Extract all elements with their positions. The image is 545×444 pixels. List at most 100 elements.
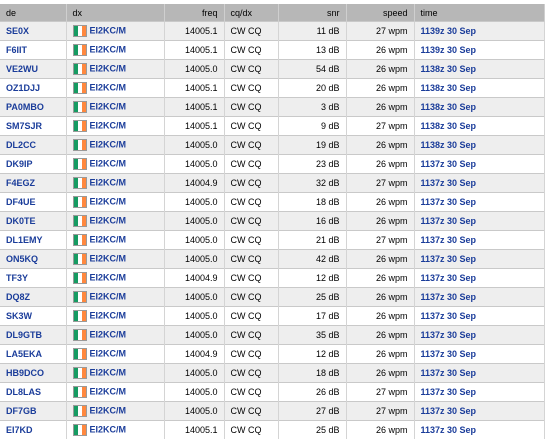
time-link[interactable]: 1137z 30 Sep <box>421 292 477 302</box>
time-link[interactable]: 1137z 30 Sep <box>421 273 477 283</box>
dx-callsign-link[interactable]: EI2KC/M <box>90 158 127 168</box>
spotter-callsign-link[interactable]: DF7GB <box>6 406 37 416</box>
time-link[interactable]: 1137z 30 Sep <box>421 368 477 378</box>
spotter-callsign-link[interactable]: F6IIT <box>6 45 27 55</box>
spotter-callsign-link[interactable]: SM7SJR <box>6 121 42 131</box>
dx-callsign-link[interactable]: EI2KC/M <box>90 348 127 358</box>
dx-callsign-link[interactable]: EI2KC/M <box>90 405 127 415</box>
spotter-callsign-link[interactable]: OZ1DJJ <box>6 83 40 93</box>
time-link[interactable]: 1138z 30 Sep <box>421 121 477 131</box>
cell-dx: EI2KC/M <box>66 230 165 250</box>
time-link[interactable]: 1137z 30 Sep <box>421 159 477 169</box>
dx-callsign-link[interactable]: EI2KC/M <box>90 44 127 54</box>
flag-stripe-orange <box>81 406 86 416</box>
time-link[interactable]: 1139z 30 Sep <box>421 45 477 55</box>
header-dx[interactable]: dx <box>66 4 165 22</box>
spotter-callsign-link[interactable]: DQ8Z <box>6 292 30 302</box>
cell-cqdx: CW CQ <box>224 97 279 117</box>
spotter-callsign-link[interactable]: PA0MBO <box>6 102 44 112</box>
cell-time: 1137z 30 Sep <box>414 192 545 212</box>
spotter-callsign-link[interactable]: VE2WU <box>6 64 38 74</box>
dx-callsign-link[interactable]: EI2KC/M <box>90 215 127 225</box>
ireland-flag-icon <box>72 196 87 208</box>
dx-callsign-link[interactable]: EI2KC/M <box>90 234 127 244</box>
time-link[interactable]: 1137z 30 Sep <box>421 216 477 226</box>
cell-speed: 27 wpm <box>346 382 415 402</box>
time-link[interactable]: 1137z 30 Sep <box>421 311 477 321</box>
ireland-flag-icon <box>72 310 87 322</box>
dx-callsign-link[interactable]: EI2KC/M <box>90 367 127 377</box>
spotter-callsign-link[interactable]: F4EGZ <box>6 178 35 188</box>
time-link[interactable]: 1139z 30 Sep <box>421 26 477 36</box>
cell-snr: 11 dB <box>278 21 347 41</box>
flag-stripe-orange <box>81 216 86 226</box>
dx-callsign-link[interactable]: EI2KC/M <box>90 424 127 434</box>
time-link[interactable]: 1137z 30 Sep <box>421 406 477 416</box>
spotter-callsign-link[interactable]: DL1EMY <box>6 235 43 245</box>
header-cqdx[interactable]: cq/dx <box>224 4 279 22</box>
dx-callsign-link[interactable]: EI2KC/M <box>90 196 127 206</box>
ireland-flag-icon <box>72 139 87 151</box>
time-link[interactable]: 1138z 30 Sep <box>421 140 477 150</box>
dx-callsign-link[interactable]: EI2KC/M <box>90 177 127 187</box>
ireland-flag-icon <box>72 25 87 37</box>
time-link[interactable]: 1137z 30 Sep <box>421 178 477 188</box>
time-link[interactable]: 1137z 30 Sep <box>421 254 477 264</box>
spotter-callsign-link[interactable]: SK3W <box>6 311 32 321</box>
dx-callsign-link[interactable]: EI2KC/M <box>90 291 127 301</box>
time-link[interactable]: 1137z 30 Sep <box>421 235 477 245</box>
dx-callsign-link[interactable]: EI2KC/M <box>90 310 127 320</box>
flag-stripe-orange <box>81 368 86 378</box>
spotter-callsign-link[interactable]: ON5KQ <box>6 254 38 264</box>
spotter-callsign-link[interactable]: DF4UE <box>6 197 36 207</box>
dx-callsign-link[interactable]: EI2KC/M <box>90 25 127 35</box>
cell-cqdx: CW CQ <box>224 363 279 383</box>
spotter-callsign-link[interactable]: HB9DCO <box>6 368 44 378</box>
dx-callsign-link[interactable]: EI2KC/M <box>90 329 127 339</box>
cell-speed: 26 wpm <box>346 363 415 383</box>
cell-dx: EI2KC/M <box>66 21 165 41</box>
dx-callsign-link[interactable]: EI2KC/M <box>90 139 127 149</box>
time-link[interactable]: 1138z 30 Sep <box>421 83 477 93</box>
dx-callsign-link[interactable]: EI2KC/M <box>90 82 127 92</box>
header-freq[interactable]: freq <box>164 4 225 22</box>
cell-speed: 26 wpm <box>346 59 415 79</box>
cell-de: DL2CC <box>0 135 67 155</box>
dx-callsign-link[interactable]: EI2KC/M <box>90 120 127 130</box>
dx-callsign-link[interactable]: EI2KC/M <box>90 272 127 282</box>
cell-time: 1138z 30 Sep <box>414 116 545 136</box>
spotter-callsign-link[interactable]: SE0X <box>6 26 29 36</box>
dx-callsign-link[interactable]: EI2KC/M <box>90 253 127 263</box>
ireland-flag-icon <box>72 234 87 246</box>
header-snr[interactable]: snr <box>278 4 347 22</box>
spotter-callsign-link[interactable]: DK9IP <box>6 159 33 169</box>
spotter-callsign-link[interactable]: TF3Y <box>6 273 28 283</box>
time-link[interactable]: 1138z 30 Sep <box>421 64 477 74</box>
spotter-callsign-link[interactable]: DL2CC <box>6 140 36 150</box>
time-link[interactable]: 1137z 30 Sep <box>421 387 477 397</box>
cell-de: SK3W <box>0 306 67 326</box>
time-link[interactable]: 1137z 30 Sep <box>421 425 477 435</box>
spotter-callsign-link[interactable]: DL9GTB <box>6 330 42 340</box>
time-link[interactable]: 1137z 30 Sep <box>421 197 477 207</box>
header-de[interactable]: de <box>0 4 67 22</box>
cell-speed: 26 wpm <box>346 344 415 364</box>
dx-callsign-link[interactable]: EI2KC/M <box>90 63 127 73</box>
time-link[interactable]: 1138z 30 Sep <box>421 102 477 112</box>
cell-time: 1138z 30 Sep <box>414 135 545 155</box>
spotter-callsign-link[interactable]: DL8LAS <box>6 387 41 397</box>
cell-time: 1137z 30 Sep <box>414 363 545 383</box>
flag-stripe-orange <box>81 273 86 283</box>
time-link[interactable]: 1137z 30 Sep <box>421 349 477 359</box>
dx-callsign-link[interactable]: EI2KC/M <box>90 386 127 396</box>
cell-time: 1137z 30 Sep <box>414 173 545 193</box>
header-time[interactable]: time <box>414 4 545 22</box>
spotter-callsign-link[interactable]: DK0TE <box>6 216 36 226</box>
time-link[interactable]: 1137z 30 Sep <box>421 330 477 340</box>
table-row: EI7KD EI2KC/M 14005.1 CW CQ 25 dB 26 wpm 1137z… <box>0 420 545 439</box>
cell-cqdx: CW CQ <box>224 306 279 326</box>
spotter-callsign-link[interactable]: EI7KD <box>6 425 33 435</box>
spotter-callsign-link[interactable]: LA5EKA <box>6 349 42 359</box>
dx-callsign-link[interactable]: EI2KC/M <box>90 101 127 111</box>
header-speed[interactable]: speed <box>346 4 415 22</box>
